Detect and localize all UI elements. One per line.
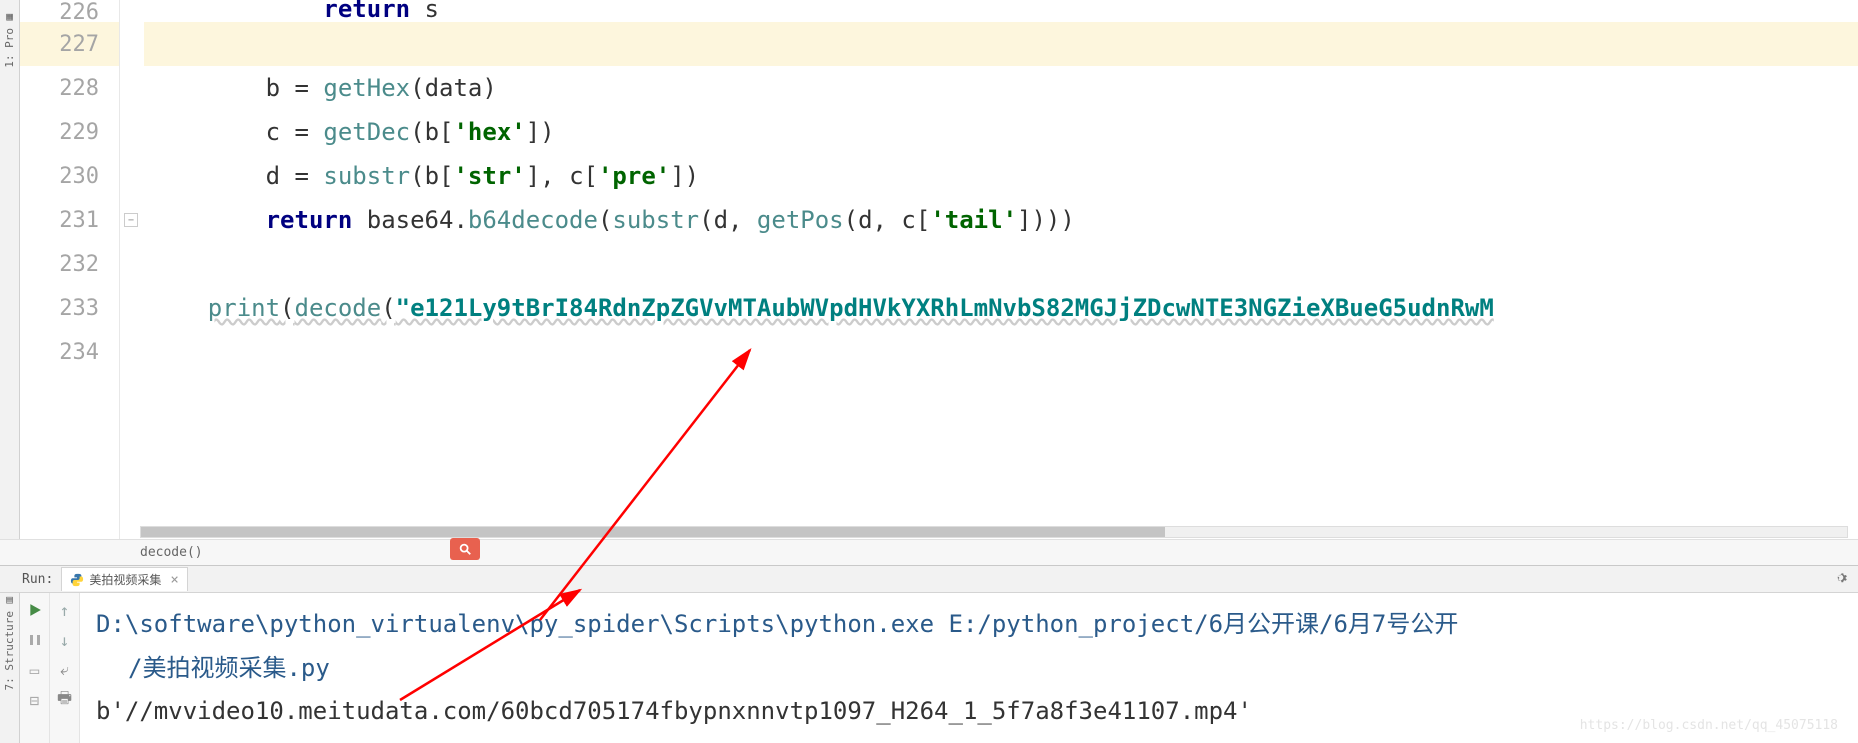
line-number[interactable]: 230 (20, 154, 119, 198)
structure-icon: ▤ (6, 593, 13, 606)
run-secondary-toolbar: ↑ ↓ ⤶ 🖶 (50, 593, 80, 743)
print-icon[interactable]: 🖶 (54, 689, 76, 711)
console-line: D:\software\python_virtualenv\py_spider\… (96, 603, 1842, 646)
line-number[interactable]: 226 (20, 0, 119, 22)
run-tab[interactable]: 美拍视频采集 × (61, 567, 187, 591)
wrap-icon[interactable]: ⤶ (54, 659, 76, 681)
line-number[interactable]: 234 (20, 330, 119, 374)
down-arrow-icon[interactable]: ↓ (54, 629, 76, 651)
line-number[interactable]: 231 (20, 198, 119, 242)
code-line[interactable]: c = getDec(b['hex']) (144, 110, 1858, 154)
gear-icon[interactable] (1833, 570, 1848, 589)
fold-gutter: − (120, 0, 144, 539)
code-line[interactable] (144, 242, 1858, 286)
close-icon[interactable]: × (170, 572, 178, 588)
editor-area: ▦ 1: Pro 226 227 228 229 230 231 232 233… (0, 0, 1858, 539)
line-number[interactable]: 233 (20, 286, 119, 330)
watermark: https://blog.csdn.net/qq_45075118 (1580, 718, 1838, 733)
console-line: /美拍视频采集.py (96, 647, 1842, 690)
fold-end-marker[interactable]: − (124, 213, 138, 227)
code-editor[interactable]: return s b = getHex(data) c = getDec(b['… (144, 0, 1858, 539)
code-line[interactable]: d = substr(b['str'], c['pre']) (144, 154, 1858, 198)
run-panel: Run: 美拍视频采集 × ▤ 7: Structure (0, 565, 1858, 743)
layout-button[interactable]: ⊟ (24, 689, 46, 711)
scrollbar-thumb[interactable] (141, 527, 1165, 537)
rerun-button[interactable] (24, 599, 46, 621)
line-number[interactable]: 229 (20, 110, 119, 154)
breadcrumb-bar: decode() (0, 539, 1858, 565)
code-line[interactable]: print(decode("e121Ly9tBrI84RdnZpZGVvMTAu… (144, 286, 1858, 330)
project-tool-window-tab[interactable]: ▦ 1: Pro (0, 0, 20, 539)
run-tabs-bar: Run: 美拍视频采集 × (0, 566, 1858, 593)
line-number[interactable]: 227 (20, 22, 119, 66)
code-line[interactable] (144, 330, 1858, 374)
code-line[interactable]: b = getHex(data) (144, 66, 1858, 110)
up-arrow-icon[interactable]: ↑ (54, 599, 76, 621)
search-icon[interactable] (450, 538, 480, 560)
folder-icon: ▦ (6, 10, 13, 23)
run-tab-label: 美拍视频采集 (89, 571, 161, 588)
horizontal-scrollbar[interactable] (140, 526, 1848, 538)
python-icon (70, 573, 84, 587)
line-number[interactable]: 232 (20, 242, 119, 286)
run-actions-toolbar: ▭ ⊟ (20, 593, 50, 743)
code-line[interactable]: return base64.b64decode(substr(d, getPos… (144, 198, 1858, 242)
stop-button[interactable] (24, 629, 46, 651)
run-label: Run: (22, 572, 53, 587)
line-number[interactable]: 228 (20, 66, 119, 110)
structure-tool-window-tab[interactable]: ▤ 7: Structure (0, 593, 20, 743)
breadcrumb-item[interactable]: decode() (140, 545, 203, 560)
line-number-gutter[interactable]: 226 227 228 229 230 231 232 233 234 (20, 0, 120, 539)
down-button[interactable]: ▭ (24, 659, 46, 681)
code-line[interactable] (144, 22, 1858, 66)
code-line[interactable]: return s (144, 0, 1858, 22)
